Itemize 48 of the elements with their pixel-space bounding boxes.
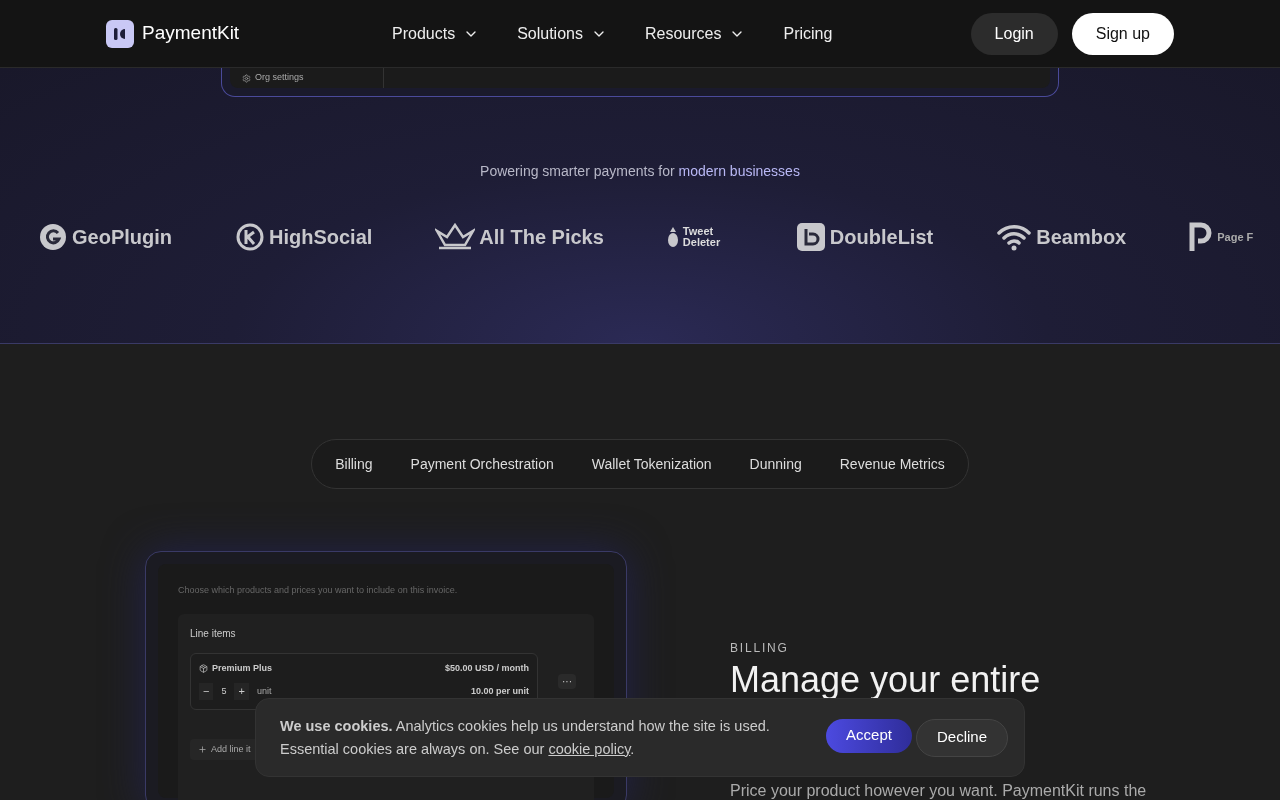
accept-button[interactable]: Accept — [826, 718, 912, 753]
section-title: Line items — [190, 626, 237, 641]
logo-wordmark: GeoPlugin — [72, 225, 172, 250]
nav-link[interactable]: Pricing — [783, 21, 833, 46]
product-price: $50.00 USD / month — [444, 661, 529, 675]
feature-description: Price your product however you want. PaymentKit runs the — [730, 781, 1147, 800]
unit-price: 10.00 per unit — [470, 684, 529, 698]
logo-mark-icon — [1189, 222, 1214, 252]
feature-heading: Manage your entire — [730, 661, 1042, 699]
more-button[interactable]: ··· — [558, 673, 576, 689]
logo-icon — [106, 19, 134, 48]
sign-up-button[interactable]: Sign up — [1071, 12, 1174, 55]
invoice-hint: Choose which products and prices you want to include on this invoice. — [178, 584, 459, 597]
feature-tab[interactable]: Payment Orchestration — [391, 453, 573, 475]
feature-tab[interactable]: Revenue Metrics — [820, 453, 964, 475]
logo-wordmark: Tweet Deleter — [682, 226, 722, 248]
nav-link[interactable]: Products — [392, 21, 480, 46]
logo-wordmark: HighSocial — [269, 225, 373, 250]
logo-wordmark: Page F — [1217, 229, 1254, 245]
logo-mark-icon — [38, 222, 68, 252]
nav-link[interactable]: Solutions — [517, 21, 607, 46]
section-eyebrow: BILLING — [730, 640, 790, 657]
tagline: Powering smarter payments for modern businesses — [480, 162, 800, 181]
decrease-button[interactable]: − — [199, 683, 214, 700]
logo-mark-icon — [435, 223, 476, 251]
product-name: Premium Plus — [212, 661, 273, 675]
plus-icon — [198, 744, 207, 754]
feature-tab[interactable]: Wallet Tokenization — [572, 453, 731, 475]
feature-tab[interactable]: Billing — [316, 453, 392, 475]
logo-wordmark: DoubleList — [829, 225, 934, 250]
logo-mark-icon — [666, 226, 679, 248]
logo-wordmark: Beambox — [1036, 225, 1127, 250]
login-button[interactable]: Login — [970, 12, 1058, 55]
logo-wordmark: All The Picks — [479, 225, 604, 250]
nav-link[interactable]: Resources — [644, 21, 746, 46]
cookie-message: We use cookies. Analytics cookies help us understand how the site is used. Essential cookies are always on. See our cookie policy. — [280, 716, 771, 759]
increase-button[interactable]: + — [234, 683, 249, 700]
feature-tab[interactable]: Dunning — [730, 453, 821, 475]
brand-name: PaymentKit — [142, 21, 240, 46]
settings-icon — [242, 73, 251, 83]
decline-button[interactable]: Decline — [915, 718, 1008, 757]
unit-label: unit — [256, 684, 272, 698]
logo-mark-icon — [795, 222, 826, 252]
logo-mark-icon — [235, 222, 265, 252]
logo-mark-icon — [996, 222, 1033, 252]
quantity-field[interactable]: 5 — [217, 684, 231, 698]
sidebar-item: Org settings — [255, 71, 304, 85]
package-icon — [199, 663, 208, 673]
